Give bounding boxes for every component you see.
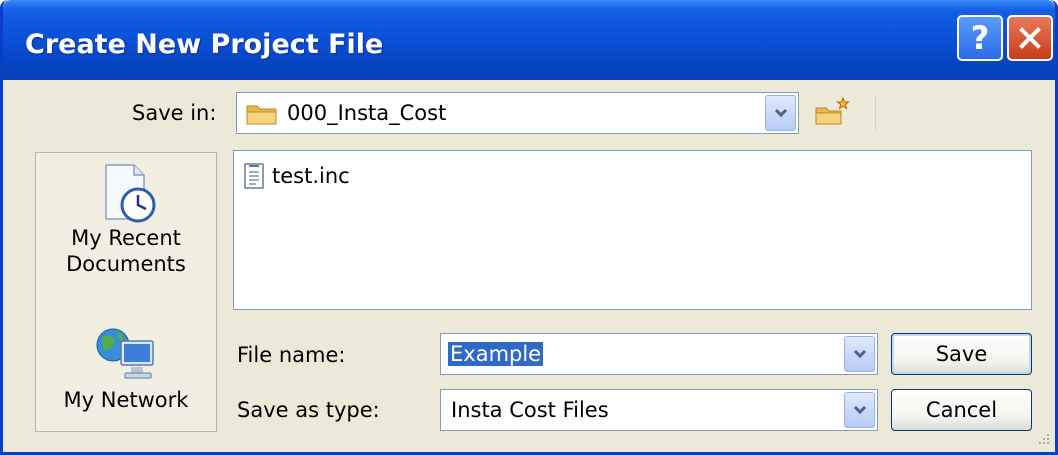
window-title: Create New Project File [25,29,384,60]
save-in-dropdown-button[interactable] [765,95,796,131]
cancel-button[interactable]: Cancel [891,389,1032,431]
help-button[interactable]: ? [957,15,1003,61]
chevron-down-icon [774,108,787,118]
close-icon [1019,27,1041,49]
close-button[interactable] [1007,15,1053,61]
recent-documents-icon [105,164,156,223]
text-file-icon [244,163,264,189]
place-my-network[interactable]: My Network [36,321,216,431]
place-my-recent-documents[interactable]: My Recent Documents [36,161,216,301]
file-name: test.inc [272,164,350,188]
file-name-input[interactable]: Example [440,333,878,375]
toolbar-divider [875,96,876,130]
save-as-type-value: Insta Cost Files [451,398,609,422]
save-as-type-dropdown-button[interactable] [844,392,875,428]
dialog-window: Create New Project File ? Save in: 000_I… [0,0,1058,455]
help-icon: ? [970,19,990,57]
places-bar: My Recent Documents My Network [35,152,217,432]
place-label: My Network [63,388,189,412]
new-folder-button[interactable] [813,96,853,130]
folder-icon [246,105,277,125]
resize-grip-icon[interactable] [1035,432,1051,448]
network-icon [96,328,154,379]
chevron-down-icon [853,405,866,415]
save-as-type-dropdown[interactable]: Insta Cost Files [440,389,878,431]
save-in-label: Save in: [132,101,217,125]
new-folder-icon [815,96,850,125]
save-button[interactable]: Save [891,333,1032,375]
file-name-value: Example [448,342,544,366]
save-in-dropdown[interactable]: 000_Insta_Cost [236,92,799,134]
save-in-value: 000_Insta_Cost [287,101,447,125]
file-list[interactable]: test.inc [233,150,1032,310]
title-bar[interactable]: Create New Project File ? [3,0,1055,80]
place-label: Documents [66,252,186,276]
file-name-label: File name: [237,343,346,367]
chevron-down-icon [853,349,866,359]
place-label: My Recent [71,226,181,250]
list-item[interactable]: test.inc [244,163,350,189]
file-name-dropdown-button[interactable] [844,336,875,372]
save-as-type-label: Save as type: [237,398,380,422]
